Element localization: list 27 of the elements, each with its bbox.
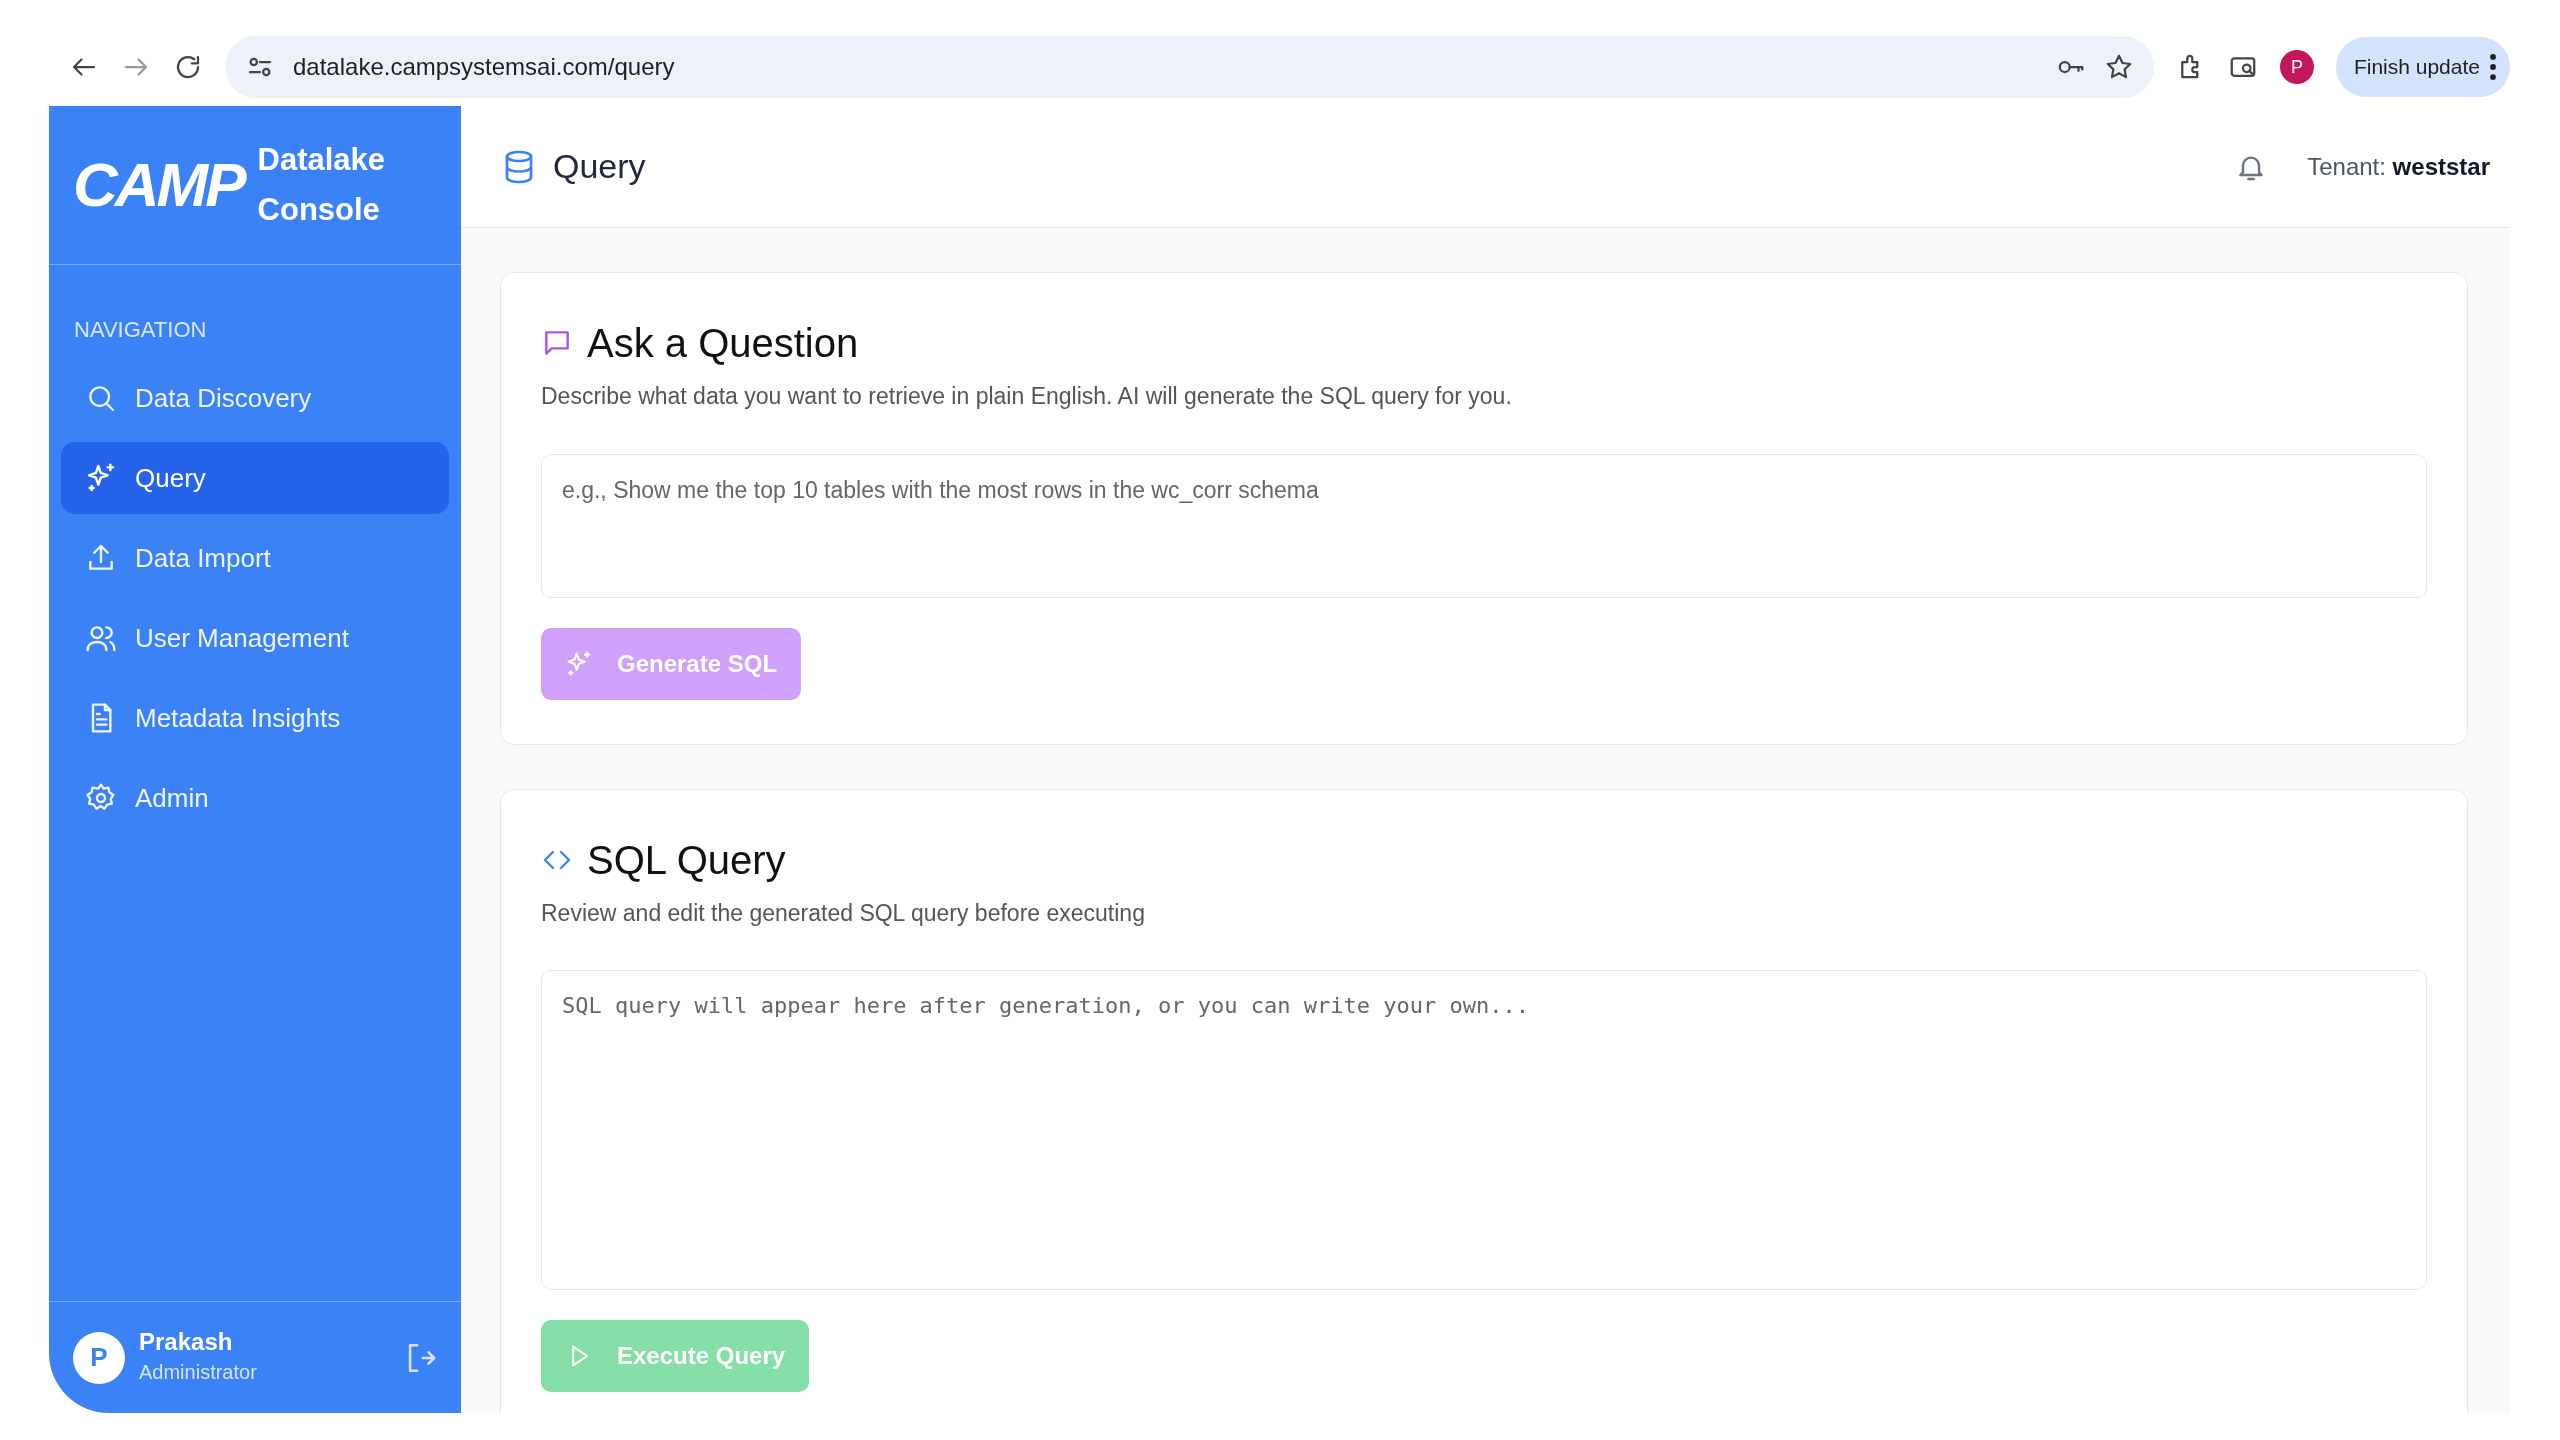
url-text: datalake.campsystemsai.com/query: [293, 52, 676, 82]
sparkle-icon: [565, 649, 593, 678]
app-name: Datalake Console: [257, 141, 387, 229]
nav-item[interactable]: Data Import: [61, 522, 449, 594]
card-description: Review and edit the generated SQL query before executing: [541, 898, 1146, 928]
sparkle-icon: [85, 462, 117, 494]
nav-item[interactable]: Data Discovery: [61, 362, 449, 434]
tenant-label: Tenant: weststar: [2307, 151, 2490, 182]
user-avatar: P: [73, 1331, 125, 1384]
user-name: Prakash: [139, 1328, 234, 1357]
user-role: Administrator: [139, 1359, 257, 1385]
nav-item[interactable]: Metadata Insights: [61, 682, 449, 754]
question-field[interactable]: e.g., Show me the top 10 tables with the most rows in the wc_corr schema: [541, 453, 2427, 598]
update-button[interactable]: Finish update: [2335, 37, 2510, 97]
logo: CAMP: [73, 154, 244, 216]
more-icon: [2490, 54, 2496, 80]
nav-item[interactable]: Query: [61, 442, 449, 514]
address-bar[interactable]: datalake.campsystemsai.com/query: [225, 36, 2154, 98]
card-title: Ask a Question: [587, 320, 859, 367]
card-description: Describe what data you want to retrieve in plain English. AI will generate the SQL query for you.: [541, 382, 1513, 411]
nav-item[interactable]: Admin: [61, 762, 449, 834]
card-title: SQL Query: [587, 836, 786, 884]
nav-item[interactable]: User Management: [61, 602, 449, 674]
section-label: NAVIGATION: [73, 316, 208, 344]
sql-editor[interactable]: SQL query will appear here after generation, or you can write your own...: [541, 970, 2427, 1290]
page-title: Query: [553, 146, 646, 187]
profile-avatar[interactable]: P: [2279, 50, 2314, 84]
